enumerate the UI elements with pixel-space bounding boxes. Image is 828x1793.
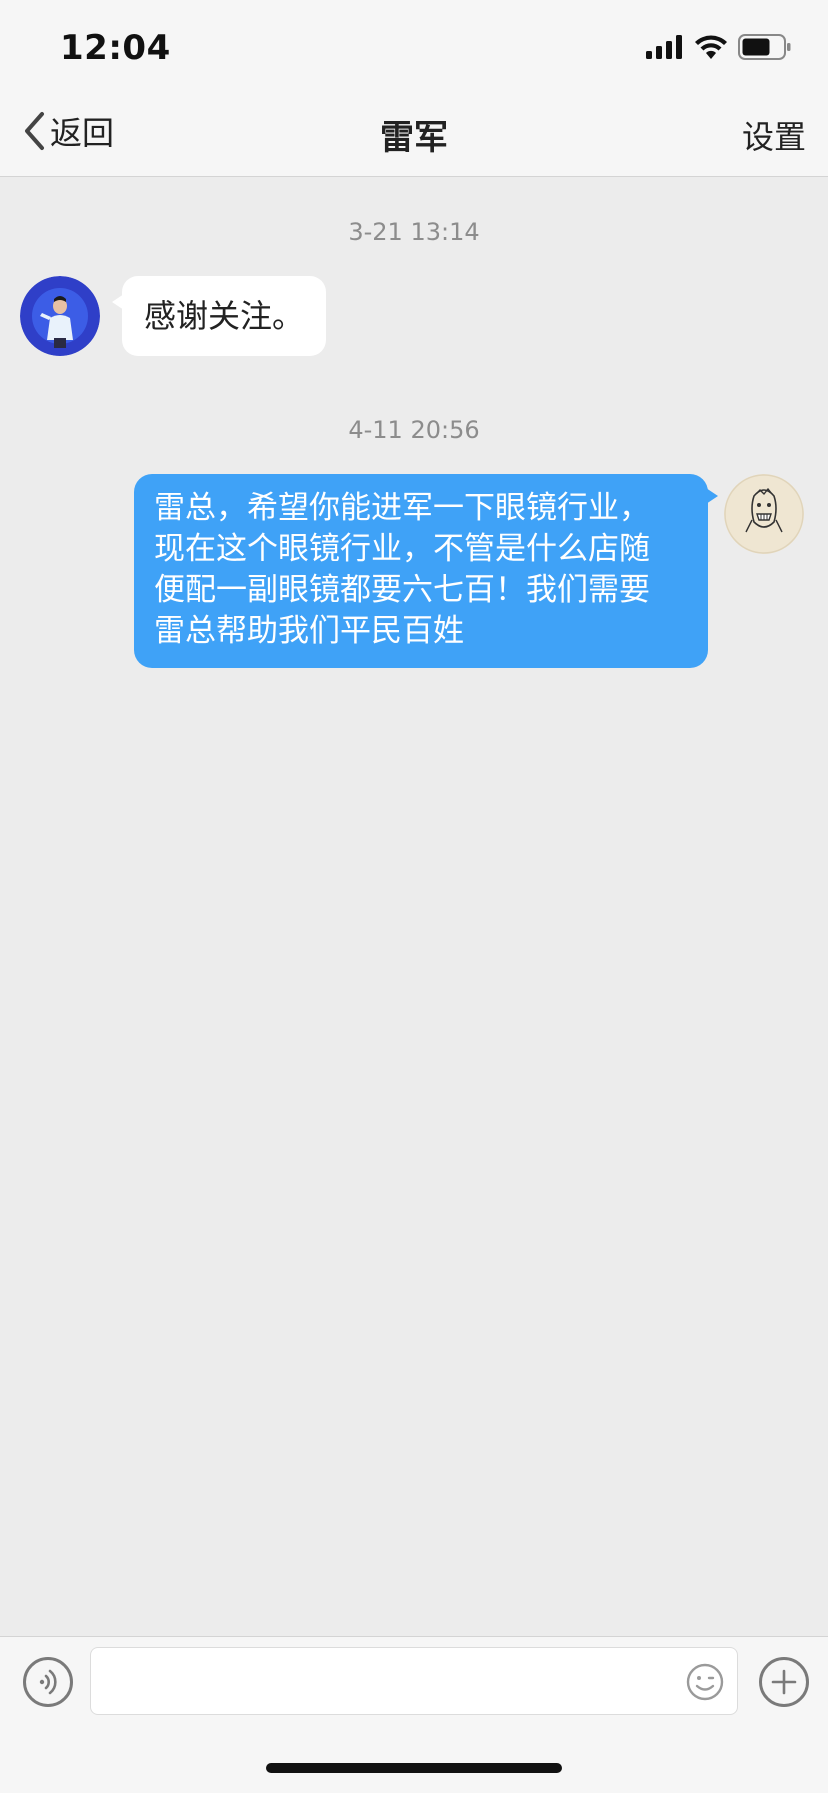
user-avatar[interactable] xyxy=(724,474,804,554)
status-icons xyxy=(646,34,792,60)
outgoing-message-line: 便配一副眼镜都要六七百！我们需要 xyxy=(154,572,650,608)
message-input[interactable] xyxy=(90,1647,738,1715)
battery-icon xyxy=(738,34,791,60)
outgoing-message-line: 雷总帮助我们平民百姓 xyxy=(154,613,464,649)
contact-avatar[interactable] xyxy=(20,276,100,356)
status-bar: 12:04 xyxy=(0,0,828,88)
signal-icon xyxy=(646,35,682,59)
outgoing-message-line: 现在这个眼镜行业，不管是什么店随 xyxy=(154,531,650,567)
wifi-icon xyxy=(695,35,727,59)
voice-icon xyxy=(39,1669,57,1695)
outgoing-message-bubble[interactable]: 雷总，希望你能进军一下眼镜行业， 现在这个眼镜行业，不管是什么店随 便配一副眼镜… xyxy=(134,474,718,668)
message-timestamp: 3-21 13:14 xyxy=(348,218,480,246)
home-indicator[interactable] xyxy=(266,1763,562,1773)
nav-bar: 返回 雷军 设置 xyxy=(0,88,828,177)
incoming-message-text: 感谢关注。 xyxy=(144,297,305,335)
outgoing-message-line: 雷总，希望你能进军一下眼镜行业， xyxy=(154,490,650,526)
status-time: 12:04 xyxy=(60,28,171,68)
add-icon xyxy=(771,1669,797,1695)
settings-button[interactable]: 设置 xyxy=(742,112,806,158)
incoming-message-bubble[interactable]: 感谢关注。 xyxy=(111,276,327,356)
add-button[interactable] xyxy=(759,1657,809,1707)
emoji-icon[interactable] xyxy=(685,1662,725,1702)
page-title: 雷军 xyxy=(380,118,448,158)
voice-button[interactable] xyxy=(23,1657,73,1707)
user-avatar-image xyxy=(724,474,804,554)
message-timestamp: 4-11 20:56 xyxy=(348,416,480,444)
contact-avatar-image xyxy=(20,276,100,356)
